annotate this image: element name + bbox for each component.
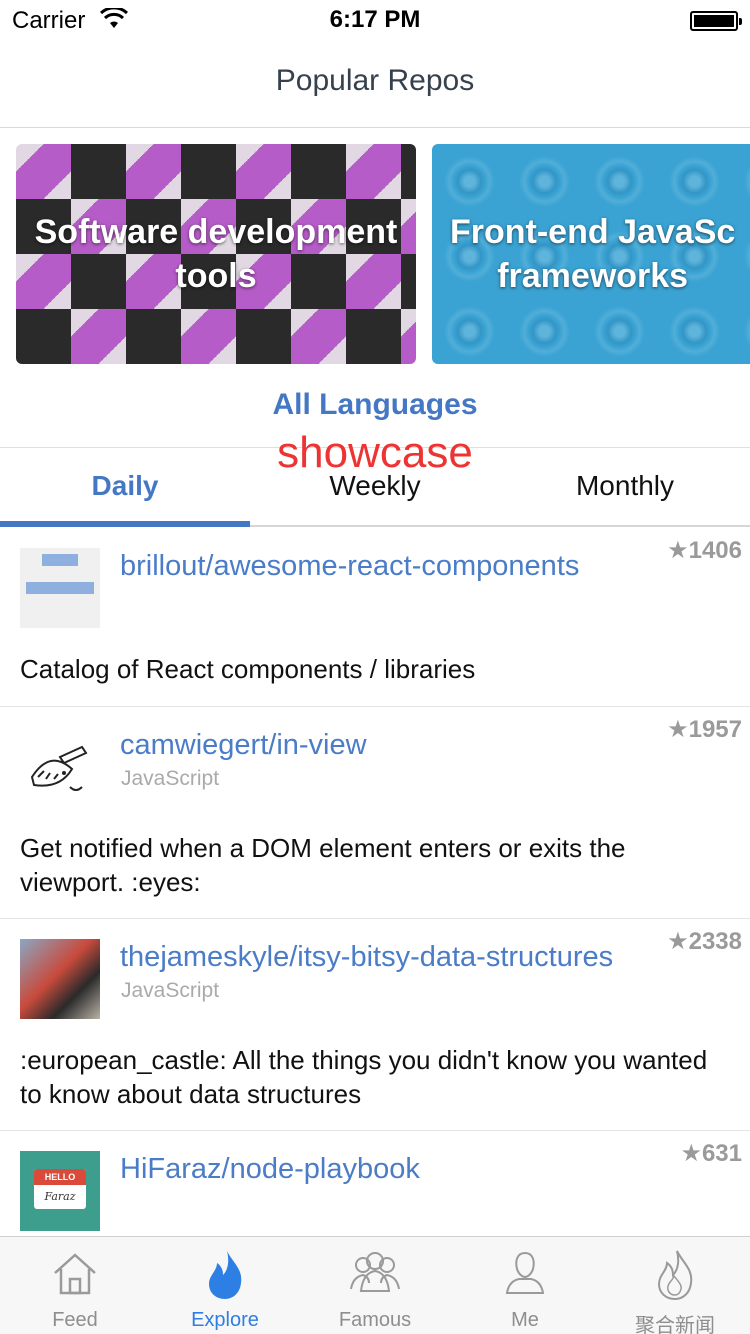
bottom-tab-bar: Feed Explore Famous Me 聚合新闻	[0, 1236, 750, 1334]
avatar: HELLO Faraz	[20, 1151, 100, 1231]
repo-name[interactable]: brillout/awesome-react-components	[120, 550, 579, 583]
repo-description: Catalog of React components / libraries	[20, 654, 476, 684]
battery-icon	[690, 11, 742, 31]
repo-name[interactable]: HiFaraz/node-playbook	[120, 1153, 420, 1186]
taco-icon	[30, 745, 88, 791]
repo-language: JavaScript	[121, 767, 220, 790]
avatar	[20, 939, 100, 1019]
star-count: ★1957	[667, 716, 742, 743]
tab-label: 聚合新闻	[635, 1315, 715, 1334]
repo-name[interactable]: thejameskyle/itsy-bitsy-data-structures	[120, 941, 613, 974]
star-count: ★631	[680, 1140, 742, 1167]
repo-description: Get notified when a DOM element enters o…	[20, 833, 626, 897]
people-icon	[350, 1252, 400, 1292]
star-count: ★1406	[667, 537, 742, 564]
repo-language: JavaScript	[121, 979, 220, 1002]
person-icon	[505, 1251, 545, 1294]
avatar	[20, 727, 100, 807]
list-item[interactable]: thejameskyle/itsy-bitsy-data-structures …	[0, 919, 750, 1131]
banner-card-software-tools[interactable]: Software development tools	[16, 144, 416, 364]
star-count: ★2338	[667, 928, 742, 955]
tab-me[interactable]: Me	[450, 1237, 600, 1334]
tab-label: Feed	[52, 1309, 98, 1331]
status-bar: Carrier 6:17 PM	[0, 0, 750, 40]
banner-title-line1: Front-end JavaSc	[450, 213, 736, 251]
banner-carousel[interactable]: Software development tools Front-end Jav…	[0, 128, 750, 378]
tab-label: Me	[511, 1309, 539, 1331]
flame-icon	[209, 1251, 242, 1299]
language-selector[interactable]: All Languages	[0, 388, 750, 422]
house-icon	[54, 1253, 96, 1295]
repo-list: brillout/awesome-react-components ★1406 …	[0, 528, 750, 1271]
navigation-bar: Popular Repos	[0, 40, 750, 128]
clock: 6:17 PM	[329, 6, 421, 33]
repo-description: :european_castle: All the things you did…	[20, 1045, 708, 1109]
tab-label: Explore	[191, 1309, 259, 1331]
tab-feed[interactable]: Feed	[0, 1237, 150, 1334]
banner-title-line2: tools	[175, 257, 257, 295]
tab-label: Famous	[338, 1309, 412, 1331]
name-tag-icon: HELLO Faraz	[34, 1169, 86, 1209]
showcase-label: showcase	[277, 428, 473, 477]
list-item[interactable]: brillout/awesome-react-components ★1406 …	[0, 528, 750, 707]
flame-outline-icon	[657, 1250, 693, 1301]
tab-news[interactable]: 聚合新闻	[600, 1237, 750, 1334]
tab-famous[interactable]: Famous	[300, 1237, 450, 1334]
tab-explore[interactable]: Explore	[150, 1237, 300, 1334]
banner-card-frontend-frameworks[interactable]: Front-end JavaSc frameworks	[432, 144, 750, 364]
banner-title-line2: frameworks	[497, 257, 689, 295]
list-item[interactable]: camwiegert/in-view JavaScript ★1957 Get …	[0, 707, 750, 919]
banner-title-line1: Software development	[34, 213, 398, 251]
page-title: Popular Repos	[275, 64, 475, 97]
repo-name[interactable]: camwiegert/in-view	[120, 729, 367, 762]
avatar	[20, 548, 100, 628]
